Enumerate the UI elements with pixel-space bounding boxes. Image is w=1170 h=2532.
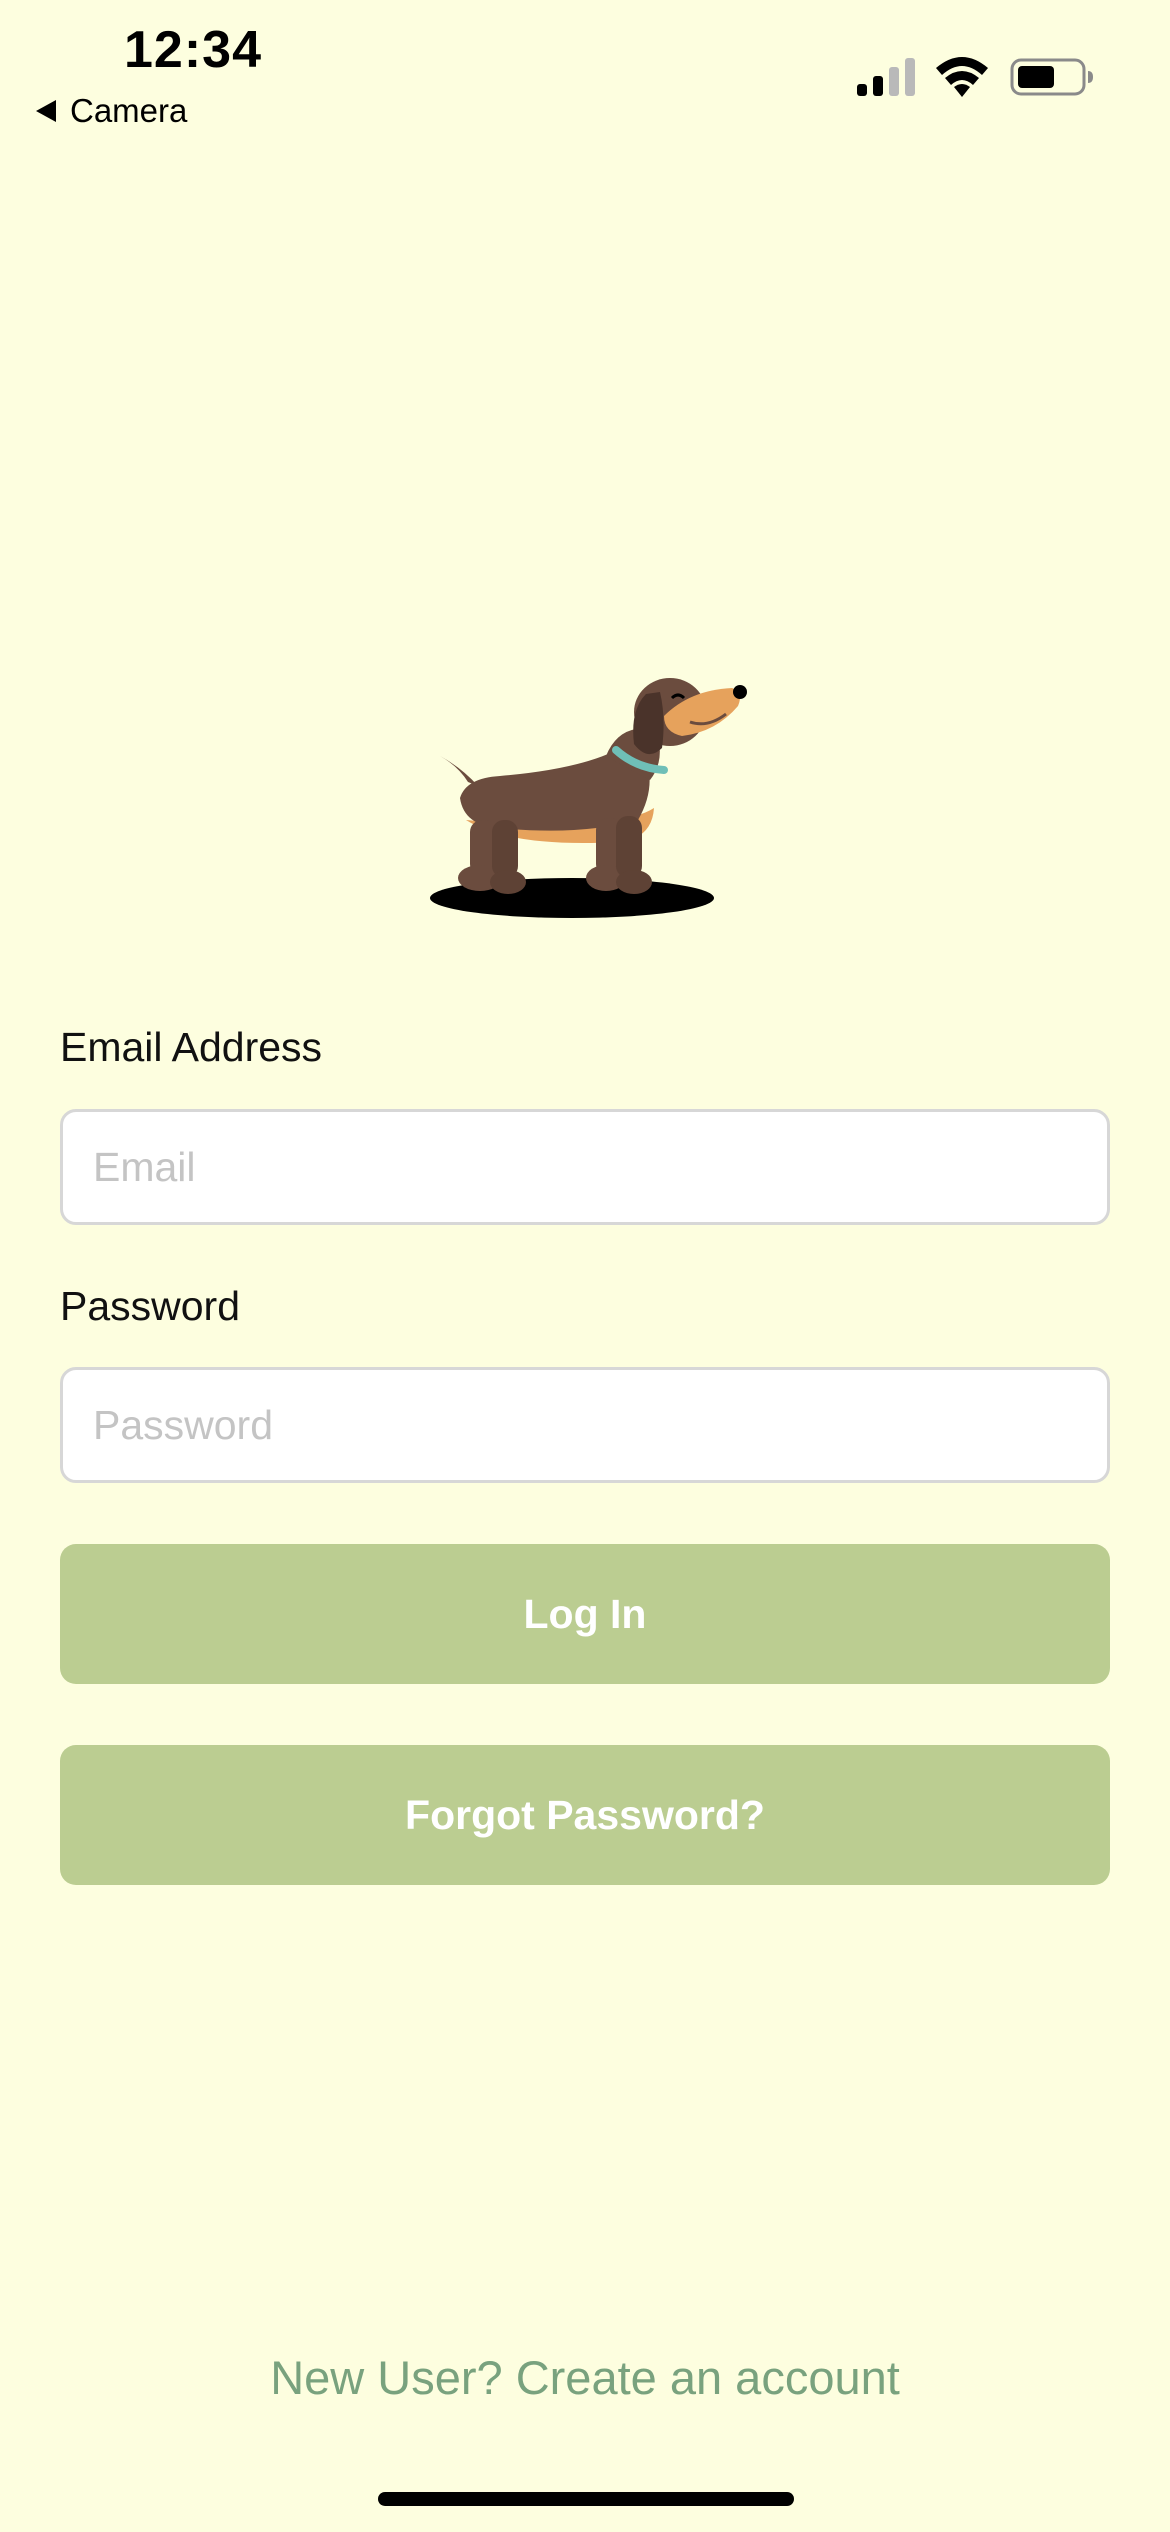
home-indicator[interactable] [378, 2492, 794, 2506]
password-label: Password [60, 1283, 241, 1329]
battery-icon [1010, 58, 1093, 96]
forgot-password-button[interactable]: Forgot Password? [60, 1745, 1110, 1885]
cellular-signal-icon [857, 58, 915, 96]
status-bar: 12:34 Camera [0, 0, 1170, 140]
back-app-label: Camera [70, 92, 188, 129]
back-triangle-icon [36, 100, 56, 122]
status-time: 12:34 [124, 21, 262, 79]
back-to-camera-button[interactable]: Camera [36, 92, 187, 130]
create-account-link[interactable]: New User? Create an account [0, 2350, 1170, 2405]
wifi-icon [936, 57, 988, 97]
email-label: Email Address [60, 1024, 323, 1070]
password-field[interactable] [60, 1367, 1110, 1483]
login-button[interactable]: Log In [60, 1544, 1110, 1684]
dachshund-dog-illustration [430, 678, 747, 918]
email-field[interactable] [60, 1109, 1110, 1225]
